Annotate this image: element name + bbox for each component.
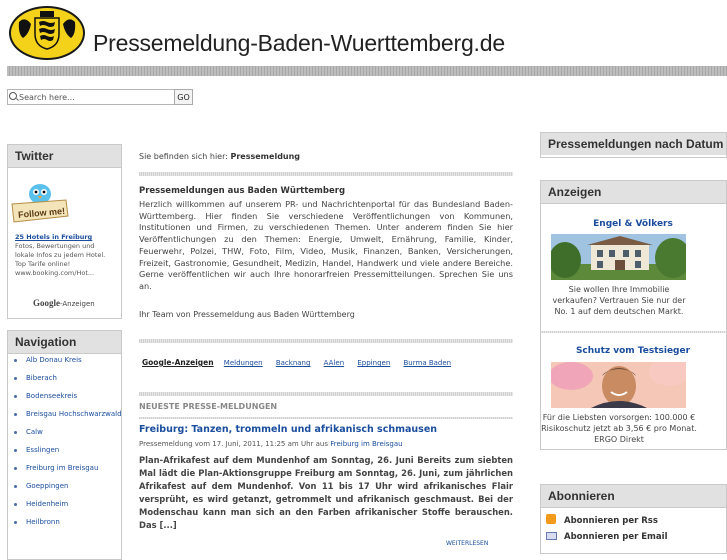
- subscribe-email[interactable]: Abonnieren per Email: [546, 532, 667, 542]
- news-title-link[interactable]: Freiburg: Tanzen, trommeln und afrikanis…: [139, 424, 437, 435]
- nav-item[interactable]: Goeppingen: [8, 481, 122, 491]
- left-ad-text: Fotos, Bewertungen und lokale Infos zu j…: [15, 242, 106, 277]
- news-meta-text: Pressemeldung vom 17. Juni, 2011, 11:25 …: [139, 440, 328, 448]
- news-category-link[interactable]: Freiburg im Breisgau: [330, 440, 402, 448]
- google-ads-suffix: -Anzeigen: [60, 300, 95, 308]
- ad1-title[interactable]: Engel & Völkers: [540, 219, 726, 229]
- divider: [139, 392, 513, 396]
- twitter-box: Twitter: [7, 144, 122, 319]
- google-ad-links: Google-Anzeigen Meldungen Backnang AAlen…: [142, 358, 462, 367]
- header: Pressemeldung-Baden-Wuerttemberg.de: [0, 0, 727, 66]
- villa-image[interactable]: [551, 234, 686, 280]
- breadcrumb-current: Pressemeldung: [230, 152, 301, 161]
- nav-item[interactable]: Bodenseekreis: [8, 391, 122, 401]
- ad-link[interactable]: Eppingen: [357, 359, 390, 367]
- news-meta: Pressemeldung vom 17. Juni, 2011, 11:25 …: [139, 440, 403, 448]
- ad-link[interactable]: Burma Baden: [404, 359, 452, 367]
- search-input[interactable]: [7, 89, 177, 105]
- navigation-list: Alb Donau Kreis Biberach Bodenseekreis B…: [8, 355, 122, 535]
- team-signature: Ihr Team von Pressemeldung aus Baden Wür…: [139, 310, 355, 319]
- divider: [540, 331, 727, 333]
- nav-item[interactable]: Heilbronn: [8, 517, 122, 527]
- divider: [139, 417, 513, 419]
- by-date-title[interactable]: Pressemeldungen nach Datum: [541, 133, 726, 155]
- nav-item[interactable]: Esslingen: [8, 445, 122, 455]
- navigation-box-title: Navigation: [8, 331, 121, 354]
- read-more-link[interactable]: WEITERLESEN: [446, 540, 488, 547]
- breadcrumb-prefix: Sie befinden sich hier:: [139, 152, 228, 161]
- ad2-text: Für die Liebsten vorsorgen: 100.000 € Ri…: [541, 413, 697, 444]
- twitter-box-title: Twitter: [8, 145, 121, 168]
- subscribe-email-label: Abonnieren per Email: [564, 532, 668, 542]
- ad1-text: Sie wollen Ihre Immobilie verkaufen? Ver…: [552, 285, 686, 316]
- coat-of-arms-logo[interactable]: [9, 6, 85, 60]
- news-heading: NEUESTE PRESSE-MELDUNGEN: [139, 402, 278, 411]
- google-ads-label[interactable]: Google-Anzeigen: [33, 298, 95, 308]
- twitter-bird-icon[interactable]: Follow me!: [10, 180, 70, 230]
- google-logo-text: Google: [33, 298, 60, 308]
- nav-item[interactable]: Freiburg im Breisgau: [8, 463, 122, 473]
- search-go-button[interactable]: GO: [174, 89, 193, 105]
- left-ad-link[interactable]: 25 Hotels in Freiburg: [15, 233, 92, 241]
- ad-link[interactable]: AAlen: [324, 359, 344, 367]
- left-ad: 25 Hotels in Freiburg Fotos, Bewertungen…: [15, 233, 107, 278]
- man-portrait-image[interactable]: [551, 362, 686, 408]
- search-icon: [9, 92, 17, 100]
- nav-item[interactable]: Heidenheim: [8, 499, 122, 509]
- nav-item[interactable]: Calw: [8, 427, 122, 437]
- google-ads-heading[interactable]: Google-Anzeigen: [142, 358, 214, 367]
- nav-item[interactable]: Biberach: [8, 373, 122, 383]
- subscribe-rss-label: Abonnieren per Rss: [564, 516, 658, 526]
- divider: [139, 339, 513, 343]
- site-title[interactable]: Pressemeldung-Baden-Wuerttemberg.de: [93, 30, 505, 57]
- mail-icon: [546, 532, 557, 540]
- subscribe-box-title: Abonnieren: [541, 485, 726, 508]
- nav-item[interactable]: Alb Donau Kreis: [8, 355, 122, 365]
- ad-link[interactable]: Meldungen: [224, 359, 263, 367]
- breadcrumb: Sie befinden sich hier: Pressemeldung: [139, 152, 300, 161]
- ad2-title[interactable]: Schutz vom Testsieger: [540, 346, 726, 356]
- intro-text: Herzlich willkommen auf unserem PR- und …: [139, 199, 513, 291]
- intro-title: Pressemeldungen aus Baden Württemberg: [139, 186, 346, 196]
- nav-item[interactable]: Breisgau Hochschwarzwald: [8, 409, 122, 419]
- subscribe-rss[interactable]: Abonnieren per Rss: [546, 514, 658, 526]
- news-excerpt: Plan-Afrikafest auf dem Mundenhof am Son…: [139, 455, 513, 530]
- rss-icon: [546, 514, 556, 524]
- divider: [139, 172, 513, 176]
- by-date-box: Pressemeldungen nach Datum: [540, 132, 727, 158]
- ads-box-title: Anzeigen: [541, 181, 726, 204]
- header-bar: [7, 66, 727, 76]
- ad-link[interactable]: Backnang: [276, 359, 311, 367]
